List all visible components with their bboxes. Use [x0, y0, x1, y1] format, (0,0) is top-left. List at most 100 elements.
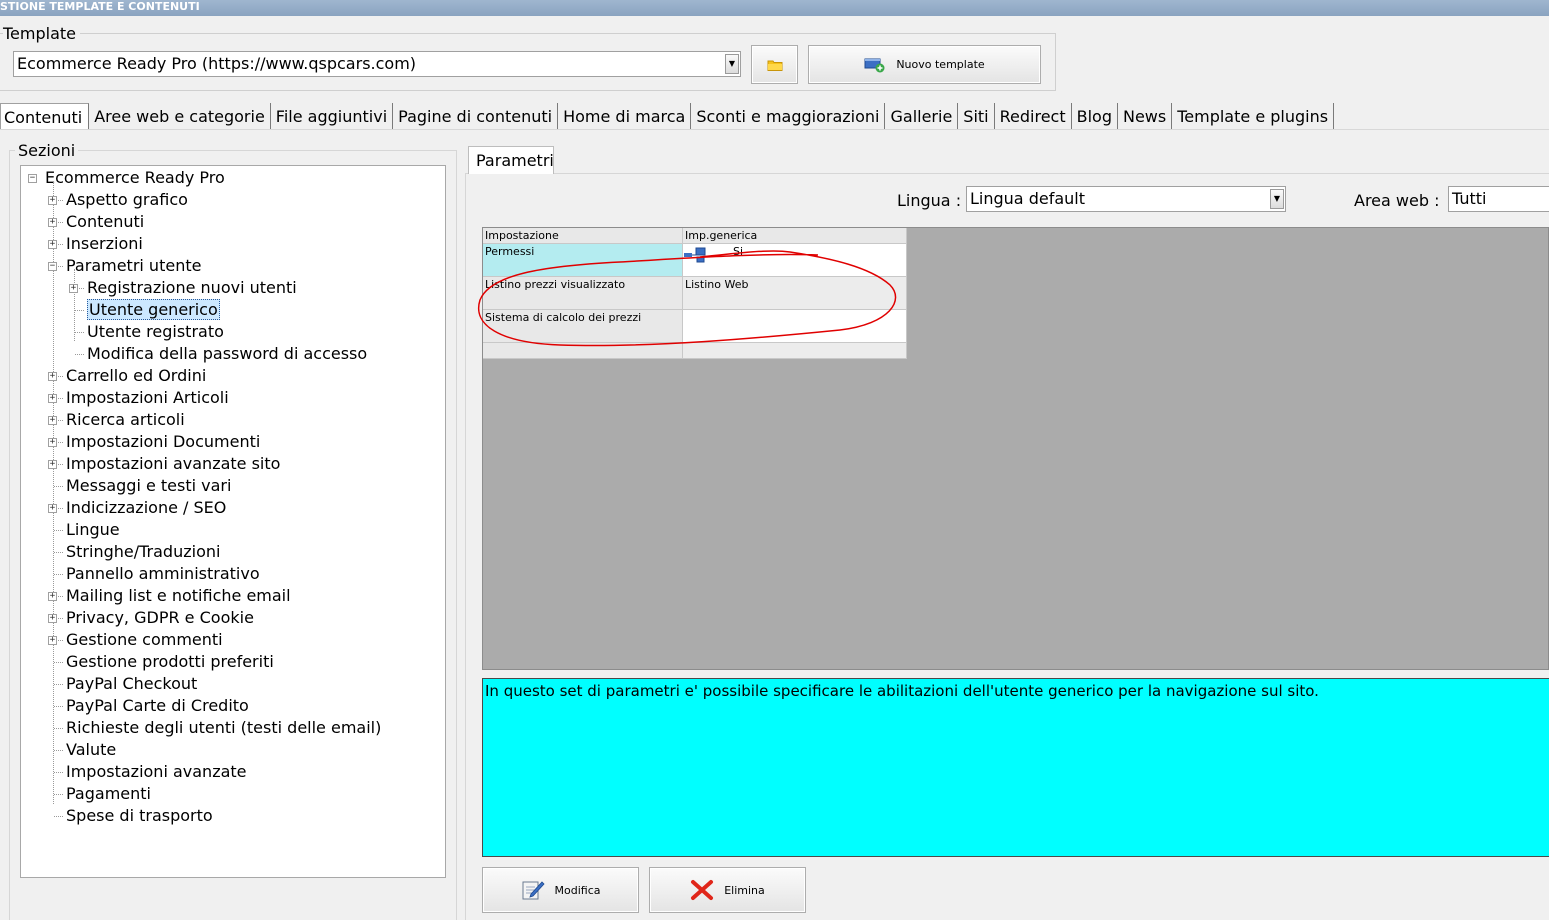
expand-icon[interactable]: + — [48, 636, 57, 645]
tree-item-label: Stringhe/Traduzioni — [66, 542, 221, 561]
expand-icon[interactable]: + — [69, 284, 78, 293]
tree-item-label: Gestione prodotti preferiti — [66, 652, 274, 671]
tree-item[interactable]: Valute — [66, 739, 116, 761]
tree-guide-line — [54, 530, 63, 531]
expand-icon[interactable]: + — [48, 504, 57, 513]
tree-item[interactable]: Pannello amministrativo — [66, 563, 260, 585]
tree-item[interactable]: Spese di trasporto — [66, 805, 213, 827]
tree-guide-line — [75, 332, 84, 333]
tree-item[interactable]: Impostazioni avanzate sito — [66, 453, 280, 475]
tree-item-label: PayPal Checkout — [66, 674, 198, 693]
tree-item-label: Impostazioni Articoli — [66, 388, 229, 407]
setting-cell[interactable]: Listino prezzi visualizzato — [483, 277, 683, 310]
tab-file-aggiuntivi[interactable]: File aggiuntivi — [271, 103, 394, 130]
tab-parametri[interactable]: Parametri — [468, 146, 554, 174]
tree-item[interactable]: Richieste degli utenti (testi delle emai… — [66, 717, 381, 739]
new-template-button[interactable]: Nuovo template — [808, 45, 1041, 84]
expand-icon[interactable]: + — [48, 240, 57, 249]
tree-item[interactable]: Gestione prodotti preferiti — [66, 651, 274, 673]
tree-guide-line — [54, 486, 63, 487]
elimina-button[interactable]: Elimina — [649, 867, 806, 913]
tree-item[interactable]: PayPal Checkout — [66, 673, 197, 695]
tree-item[interactable]: Gestione commenti — [66, 629, 223, 651]
add-template-icon — [864, 58, 885, 72]
tree-item[interactable]: Utente generico — [87, 299, 220, 321]
tree-item-label: Messaggi e testi vari — [66, 476, 232, 495]
tab-gallerie[interactable]: Gallerie — [885, 103, 959, 130]
tab-contenuti[interactable]: Contenuti — [0, 103, 90, 130]
parameters-grid[interactable]: Impostazione Imp.generica Permessi Si Li… — [483, 228, 907, 359]
tab-siti[interactable]: Siti — [958, 103, 995, 130]
tree-item-label: Lingue — [66, 520, 120, 539]
window-title: STIONE TEMPLATE E CONTENUTI — [0, 0, 1549, 16]
setting-cell[interactable]: Sistema di calcolo dei prezzi — [483, 310, 683, 343]
tree-guide-line — [75, 354, 84, 355]
value-cell[interactable] — [683, 310, 907, 343]
tab-template-e-plugins[interactable]: Template e plugins — [1172, 103, 1335, 130]
expand-icon[interactable]: + — [48, 416, 57, 425]
setting-cell[interactable]: Permessi — [483, 244, 683, 277]
tree-item[interactable]: Mailing list e notifiche email — [66, 585, 291, 607]
tree-item[interactable]: Privacy, GDPR e Cookie — [66, 607, 254, 629]
tree-guide-line — [54, 662, 63, 663]
tree-item[interactable]: Utente registrato — [87, 321, 224, 343]
tree-item[interactable]: Stringhe/Traduzioni — [66, 541, 220, 563]
collapse-icon[interactable]: − — [28, 174, 37, 183]
tree-item[interactable]: PayPal Carte di Credito — [66, 695, 249, 717]
tree-item-label: Aspetto grafico — [66, 190, 188, 209]
tab-sconti-e-maggiorazioni[interactable]: Sconti e maggiorazioni — [691, 103, 886, 130]
value-cell[interactable]: Si — [683, 244, 907, 277]
modifica-button[interactable]: Modifica — [482, 867, 639, 913]
expand-icon[interactable]: + — [48, 614, 57, 623]
value-cell[interactable]: Listino Web — [683, 277, 907, 310]
tab-redirect[interactable]: Redirect — [995, 103, 1072, 130]
expand-icon[interactable]: + — [48, 592, 57, 601]
tree-item-label: Modifica della password di accesso — [87, 344, 368, 363]
tree-item[interactable]: Impostazioni Documenti — [66, 431, 260, 453]
tree-item[interactable]: Messaggi e testi vari — [66, 475, 231, 497]
tree-item[interactable]: Carrello ed Ordini — [66, 365, 206, 387]
tree-item[interactable]: Indicizzazione / SEO — [66, 497, 226, 519]
tree-item[interactable]: Registrazione nuovi utenti — [87, 277, 297, 299]
sections-tree[interactable]: Ecommerce Ready Pro − Aspetto grafico + Cont… — [20, 165, 446, 878]
tree-root[interactable]: Ecommerce Ready Pro — [45, 167, 225, 189]
tab-blog[interactable]: Blog — [1072, 103, 1118, 130]
template-select[interactable]: Ecommerce Ready Pro (https://www.qspcars… — [13, 51, 741, 77]
expand-icon[interactable]: + — [48, 196, 57, 205]
expand-icon[interactable]: + — [48, 438, 57, 447]
area-web-label: Area web : — [1354, 191, 1440, 210]
tree-item[interactable]: Aspetto grafico — [66, 189, 188, 211]
tree-item[interactable]: Impostazioni Articoli — [66, 387, 229, 409]
template-label: Template — [3, 24, 81, 43]
tree-item-label: Contenuti — [66, 212, 145, 231]
expand-icon[interactable]: + — [48, 460, 57, 469]
expand-icon[interactable]: + — [48, 372, 57, 381]
tab-home-di-marca[interactable]: Home di marca — [558, 103, 692, 130]
tab-aree-web-e-categorie[interactable]: Aree web e categorie — [89, 103, 271, 130]
tab-news[interactable]: News — [1118, 103, 1173, 130]
chevron-down-icon[interactable]: ▼ — [1270, 189, 1284, 209]
collapse-icon[interactable]: − — [48, 262, 57, 271]
tree-item[interactable]: Inserzioni — [66, 233, 143, 255]
tree-item[interactable]: Parametri utente — [66, 255, 201, 277]
lingua-select[interactable]: Lingua default ▼ — [966, 186, 1286, 212]
tree-item[interactable]: Ricerca articoli — [66, 409, 185, 431]
column-header-impostazione[interactable]: Impostazione — [483, 228, 683, 244]
modifica-label: Modifica — [554, 883, 601, 897]
chevron-down-icon[interactable]: ▼ — [725, 54, 739, 74]
tree-guide-line — [54, 816, 63, 817]
tree-item[interactable]: Impostazioni avanzate — [66, 761, 247, 783]
tree-item[interactable]: Pagamenti — [66, 783, 151, 805]
expand-icon[interactable]: + — [48, 394, 57, 403]
sezioni-label: Sezioni — [15, 141, 79, 160]
tree-item[interactable]: Contenuti — [66, 211, 144, 233]
tree-guide-line — [75, 310, 84, 311]
tab-pagine-di-contenuti[interactable]: Pagine di contenuti — [393, 103, 559, 130]
tree-item[interactable]: Modifica della password di accesso — [87, 343, 367, 365]
tree-item-label: Impostazioni avanzate sito — [66, 454, 281, 473]
expand-icon[interactable]: + — [48, 218, 57, 227]
tree-item[interactable]: Lingue — [66, 519, 120, 541]
area-web-select[interactable]: Tutti — [1448, 186, 1549, 212]
column-header-imp-generica[interactable]: Imp.generica — [683, 228, 907, 244]
open-folder-button[interactable] — [751, 45, 798, 84]
